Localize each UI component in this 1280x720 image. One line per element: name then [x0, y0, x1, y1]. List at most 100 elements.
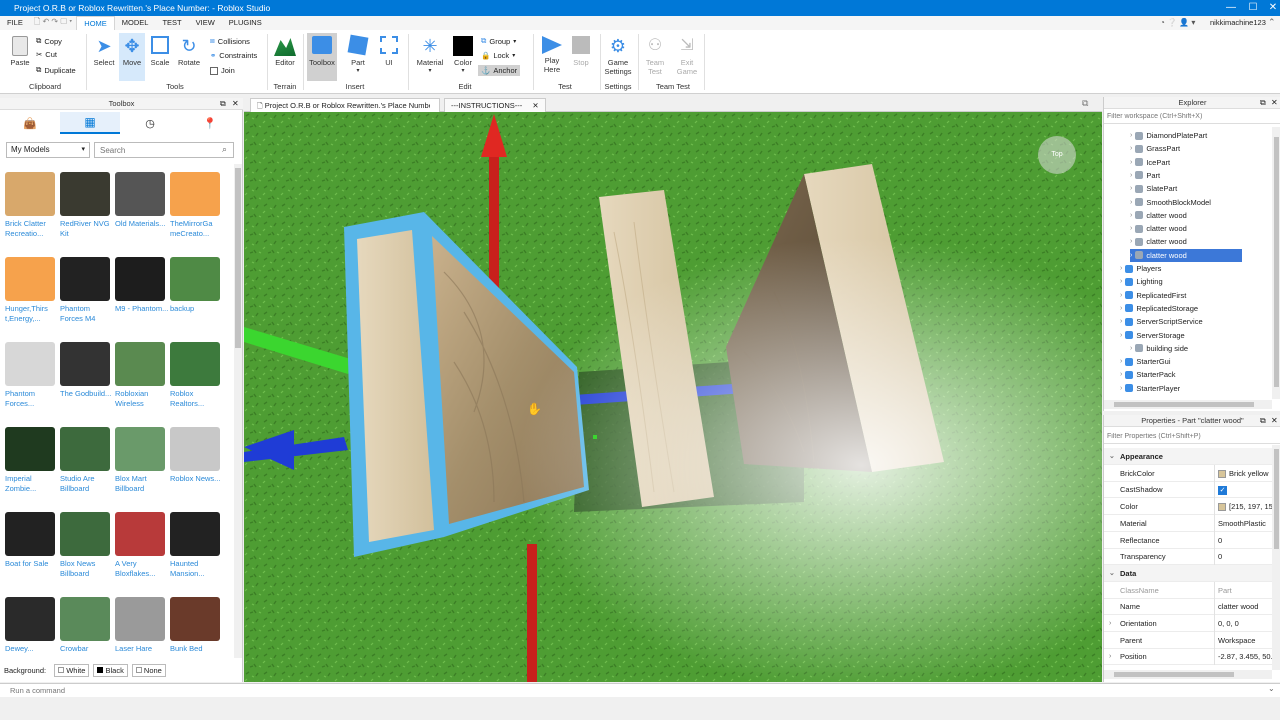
property-value[interactable]: [215, 197, 154]	[1218, 498, 1274, 515]
chevron-right-icon[interactable]: ›	[1130, 129, 1132, 142]
chevron-right-icon[interactable]: ›	[1120, 262, 1122, 275]
chevron-right-icon[interactable]: ›	[1120, 275, 1122, 288]
property-row[interactable]: Reflectance 0	[1104, 531, 1280, 549]
property-value[interactable]: Workspace	[1218, 632, 1274, 649]
terrain-editor-button[interactable]: Editor	[272, 36, 298, 67]
group-button[interactable]: ⧉ Group ▾	[481, 36, 516, 46]
explorer-item[interactable]: › SlatePart	[1130, 182, 1270, 195]
menu-plugins[interactable]: PLUGINS	[222, 16, 269, 30]
material-button[interactable]: ✳ Material ▾	[414, 36, 446, 74]
tab-creations[interactable]: 📍	[180, 112, 240, 134]
chevron-right-icon[interactable]: ›	[1130, 169, 1132, 182]
chevron-right-icon[interactable]: ›	[1130, 196, 1132, 209]
game-settings-button[interactable]: ⚙ Game Settings	[602, 36, 634, 76]
toolbox-asset[interactable]: Phantom Forces M4	[60, 257, 114, 324]
explorer-scrollbar[interactable]	[1272, 127, 1280, 399]
property-value[interactable]: SmoothPlastic	[1218, 515, 1274, 532]
tab-layout-icon[interactable]: ⧉	[1082, 98, 1088, 109]
explorer-item[interactable]: › clatter wood	[1130, 209, 1270, 222]
property-value[interactable]: clatter wood	[1218, 598, 1274, 615]
explorer-item[interactable]: › building side	[1130, 342, 1270, 355]
explorer-item[interactable]: › ReplicatedStorage	[1120, 302, 1260, 315]
toolbox-asset[interactable]: Brick Clatter Recreatio...	[5, 172, 59, 239]
property-section[interactable]: ⌄ Appearance	[1104, 448, 1280, 465]
explorer-item[interactable]: › Part	[1130, 169, 1270, 182]
property-section[interactable]: ⌄ Data	[1104, 564, 1280, 582]
bg-black-option[interactable]: Black	[93, 663, 128, 677]
explorer-item[interactable]: › StarterPack	[1120, 368, 1260, 381]
explorer-item[interactable]: › clatter wood	[1130, 248, 1242, 262]
tab-place[interactable]: 🗋 Project O.R.B or Roblox Rewritten.'s P…	[250, 98, 440, 112]
properties-hscrollbar[interactable]	[1104, 670, 1272, 679]
menu-test[interactable]: TEST	[155, 16, 188, 30]
toolbox-asset[interactable]: A Very Bloxflakes...	[115, 512, 169, 579]
join-toggle[interactable]: Join	[210, 66, 235, 75]
explorer-filter-input[interactable]	[1104, 110, 1280, 124]
close-icon[interactable]: ✕	[1271, 416, 1278, 425]
exit-game-button[interactable]: ⇲ Exit Game	[674, 36, 700, 76]
toolbox-asset[interactable]: Bunk Bed	[170, 597, 224, 654]
toolbox-asset[interactable]: RedRiver NVG Kit	[60, 172, 114, 239]
select-button[interactable]: ➤ Select	[92, 36, 116, 67]
close-icon[interactable]: ✕	[532, 101, 538, 110]
chevron-right-icon[interactable]: ›	[1109, 615, 1111, 632]
tab-recent[interactable]: ◷	[120, 112, 180, 134]
property-row[interactable]: CastShadow ✓	[1104, 481, 1280, 499]
copy-button[interactable]: ⧉ Copy	[36, 36, 62, 46]
lock-button[interactable]: 🔒 Lock ▾	[481, 51, 515, 60]
ui-button[interactable]: UI	[378, 36, 400, 67]
search-input[interactable]	[94, 142, 234, 158]
chevron-right-icon[interactable]: ›	[1120, 355, 1122, 368]
toolbox-asset[interactable]: Robloxian Wireless	[115, 342, 169, 409]
user-name[interactable]: nikkimachine123	[1210, 18, 1266, 27]
explorer-item[interactable]: › IcePart	[1130, 156, 1270, 169]
tab-inventory[interactable]: 👜	[0, 112, 60, 134]
scene-render[interactable]	[244, 112, 1102, 682]
checkbox-checked-icon[interactable]: ✓	[1218, 485, 1227, 495]
ribbon-collapse-icon[interactable]: ⌃	[1268, 17, 1276, 28]
close-icon[interactable]: ✕	[232, 99, 239, 108]
category-dropdown[interactable]: My Models ▾	[6, 142, 90, 158]
move-button[interactable]: ✥ Move	[119, 33, 145, 81]
chevron-right-icon[interactable]: ›	[1120, 382, 1122, 395]
team-test-button[interactable]: ⚇ Team Test	[642, 36, 668, 76]
chevron-right-icon[interactable]: ›	[1120, 329, 1122, 342]
toolbox-asset[interactable]: Haunted Mansion...	[170, 512, 224, 579]
chevron-right-icon[interactable]: ›	[1130, 209, 1132, 222]
property-row[interactable]: Parent Workspace	[1104, 631, 1280, 649]
property-value[interactable]: 0, 0, 0	[1218, 615, 1274, 632]
chevron-right-icon[interactable]: ›	[1130, 156, 1132, 169]
explorer-item[interactable]: › StarterPlayer	[1120, 382, 1260, 395]
explorer-item[interactable]: › clatter wood	[1130, 222, 1270, 235]
paste-button[interactable]: Paste	[8, 36, 32, 67]
property-row[interactable]: › Orientation 0, 0, 0	[1104, 615, 1280, 632]
explorer-item[interactable]: › ServerStorage	[1120, 329, 1260, 342]
property-row[interactable]: Material SmoothPlastic	[1104, 514, 1280, 532]
anchor-button[interactable]: ⚓ Anchor	[478, 65, 521, 76]
collisions-toggle[interactable]: ⧈ Collisions	[210, 36, 250, 46]
chevron-right-icon[interactable]: ›	[1130, 182, 1132, 195]
toolbox-asset[interactable]: Hunger,Thirs t,Energy,...	[5, 257, 59, 324]
view-selector-cube[interactable]: Top	[1038, 136, 1076, 174]
bg-none-option[interactable]: None	[131, 663, 166, 677]
chevron-right-icon[interactable]: ›	[1120, 289, 1122, 302]
toolbox-asset[interactable]: Old Materials...	[115, 172, 169, 229]
chevron-right-icon[interactable]: ›	[1109, 648, 1111, 665]
play-here-button[interactable]: Play Here	[538, 36, 566, 74]
property-value[interactable]: Part	[1218, 582, 1274, 599]
chevron-right-icon[interactable]: ›	[1120, 302, 1122, 315]
toolbox-asset[interactable]: Roblox News...	[170, 427, 224, 484]
explorer-item[interactable]: › Players	[1120, 262, 1260, 275]
toolbox-asset[interactable]: Phantom Forces...	[5, 342, 59, 409]
toolbox-asset[interactable]: Roblox Realtors...	[170, 342, 224, 409]
property-row[interactable]: Transparency 0	[1104, 548, 1280, 566]
toolbox-asset[interactable]: Blox News Billboard	[60, 512, 114, 579]
bg-white-option[interactable]: White	[54, 663, 90, 677]
chevron-down-icon[interactable]: ⌄	[1109, 565, 1115, 582]
explorer-item[interactable]: › GrassPart	[1130, 142, 1270, 155]
menu-file[interactable]: FILE	[0, 16, 30, 30]
property-value[interactable]: Brick yellow	[1218, 465, 1274, 482]
dock-icon[interactable]: ⧉	[1260, 416, 1266, 426]
property-value[interactable]: 0	[1218, 532, 1274, 549]
menu-home[interactable]: HOME	[76, 16, 115, 30]
